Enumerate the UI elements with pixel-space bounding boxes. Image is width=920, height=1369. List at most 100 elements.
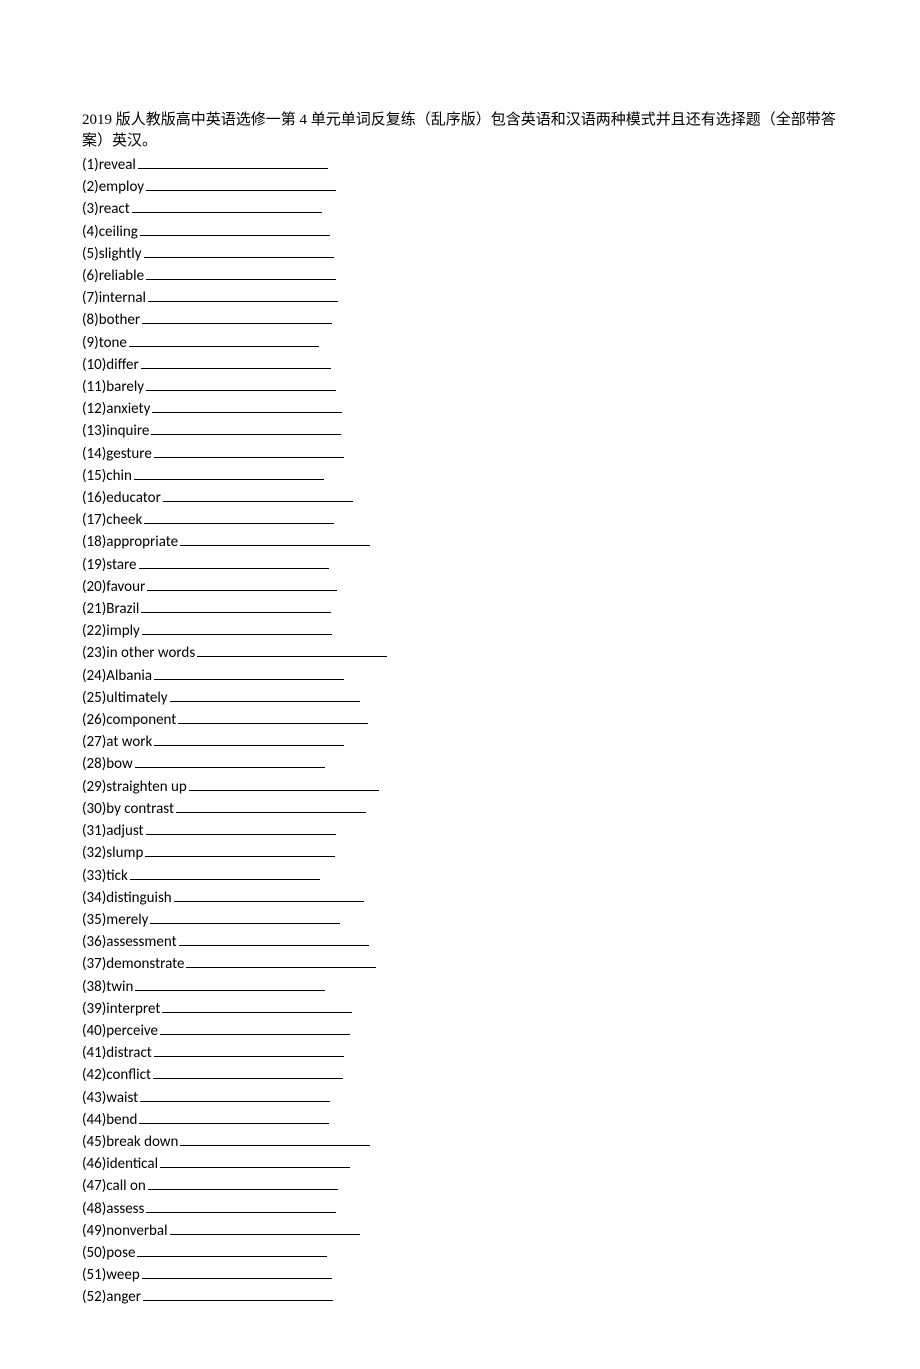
- vocabulary-item: (16)educator: [82, 487, 838, 509]
- answer-blank: [147, 576, 337, 591]
- answer-blank: [134, 465, 324, 480]
- vocabulary-word: (40)perceive: [82, 1021, 158, 1042]
- vocabulary-word: (27)at work: [82, 732, 152, 753]
- vocabulary-word: (1)reveal: [82, 155, 136, 176]
- answer-blank: [142, 620, 332, 635]
- answer-blank: [163, 487, 353, 502]
- vocabulary-word: (43)waist: [82, 1088, 138, 1109]
- vocabulary-word: (24)Albania: [82, 666, 152, 687]
- vocabulary-word: (12)anxiety: [82, 399, 150, 420]
- answer-blank: [148, 287, 338, 302]
- vocabulary-word: (19)stare: [82, 555, 137, 576]
- vocabulary-item: (30)by contrast: [82, 798, 838, 820]
- vocabulary-word: (50)pose: [82, 1243, 135, 1264]
- vocabulary-word: (33)tick: [82, 866, 128, 887]
- answer-blank: [197, 642, 387, 657]
- vocabulary-item: (29)straighten up: [82, 776, 838, 798]
- vocabulary-word: (17)cheek: [82, 510, 142, 531]
- vocabulary-word: (3)react: [82, 199, 130, 220]
- answer-blank: [146, 176, 336, 191]
- vocabulary-word: (34)distinguish: [82, 888, 172, 909]
- vocabulary-word: (39)interpret: [82, 999, 160, 1020]
- answer-blank: [148, 1175, 338, 1190]
- answer-blank: [144, 243, 334, 258]
- vocabulary-word: (2)employ: [82, 177, 144, 198]
- answer-blank: [174, 887, 364, 902]
- answer-blank: [189, 776, 379, 791]
- vocabulary-word: (45)break down: [82, 1132, 178, 1153]
- vocabulary-item: (35)merely: [82, 909, 838, 931]
- vocabulary-item: (14)gesture: [82, 443, 838, 465]
- vocabulary-word: (37)demonstrate: [82, 954, 184, 975]
- vocabulary-item: (34)distinguish: [82, 887, 838, 909]
- vocabulary-item: (11)barely: [82, 376, 838, 398]
- vocabulary-word: (20)favour: [82, 577, 145, 598]
- answer-blank: [186, 953, 376, 968]
- vocabulary-item: (20)favour: [82, 576, 838, 598]
- vocabulary-word: (23)in other words: [82, 643, 195, 664]
- vocabulary-word: (51)weep: [82, 1265, 140, 1286]
- vocabulary-item: (36)assessment: [82, 931, 838, 953]
- vocabulary-item: (42)conflict: [82, 1064, 838, 1086]
- vocabulary-item: (37)demonstrate: [82, 953, 838, 975]
- vocabulary-word: (28)bow: [82, 754, 133, 775]
- answer-blank: [154, 443, 344, 458]
- document-title: 2019 版人教版高中英语选修一第 4 单元单词反复练（乱序版）包含英语和汉语两…: [82, 110, 838, 152]
- vocabulary-word: (15)chin: [82, 466, 132, 487]
- answer-blank: [170, 1220, 360, 1235]
- vocabulary-word: (21)Brazil: [82, 599, 139, 620]
- answer-blank: [135, 976, 325, 991]
- vocabulary-word: (41)distract: [82, 1043, 152, 1064]
- vocabulary-item: (12)anxiety: [82, 398, 838, 420]
- answer-blank: [160, 1153, 350, 1168]
- answer-blank: [129, 332, 319, 347]
- vocabulary-item: (18)appropriate: [82, 531, 838, 553]
- vocabulary-item: (9)tone: [82, 332, 838, 354]
- vocabulary-item: (24)Albania: [82, 665, 838, 687]
- vocabulary-item: (39)interpret: [82, 998, 838, 1020]
- answer-blank: [150, 909, 340, 924]
- answer-blank: [142, 309, 332, 324]
- answer-blank: [146, 265, 336, 280]
- vocabulary-word: (30)by contrast: [82, 799, 174, 820]
- answer-blank: [140, 221, 330, 236]
- answer-blank: [141, 354, 331, 369]
- answer-blank: [154, 1042, 344, 1057]
- vocabulary-item: (43)waist: [82, 1087, 838, 1109]
- vocabulary-item: (5)slightly: [82, 243, 838, 265]
- vocabulary-word: (16)educator: [82, 488, 161, 509]
- vocabulary-word: (36)assessment: [82, 932, 177, 953]
- answer-blank: [138, 154, 328, 169]
- answer-blank: [180, 531, 370, 546]
- vocabulary-word: (6)reliable: [82, 266, 144, 287]
- vocabulary-word: (4)ceiling: [82, 222, 138, 243]
- vocabulary-word: (29)straighten up: [82, 777, 187, 798]
- vocabulary-item: (22)imply: [82, 620, 838, 642]
- vocabulary-item: (25)ultimately: [82, 687, 838, 709]
- answer-blank: [140, 1087, 330, 1102]
- answer-blank: [145, 842, 335, 857]
- vocabulary-item: (2)employ: [82, 176, 838, 198]
- answer-blank: [154, 665, 344, 680]
- answer-blank: [180, 1131, 370, 1146]
- vocabulary-item: (19)stare: [82, 554, 838, 576]
- answer-blank: [162, 998, 352, 1013]
- answer-blank: [139, 554, 329, 569]
- vocabulary-item: (46)identical: [82, 1153, 838, 1175]
- vocabulary-item: (1)reveal: [82, 154, 838, 176]
- vocabulary-item: (48)assess: [82, 1198, 838, 1220]
- vocabulary-item: (49)nonverbal: [82, 1220, 838, 1242]
- vocabulary-item: (28)bow: [82, 753, 838, 775]
- vocabulary-item: (52)anger: [82, 1286, 838, 1308]
- vocabulary-item: (27)at work: [82, 731, 838, 753]
- answer-blank: [135, 753, 325, 768]
- vocabulary-word: (13)inquire: [82, 421, 149, 442]
- vocabulary-item: (40)perceive: [82, 1020, 838, 1042]
- answer-blank: [152, 398, 342, 413]
- vocabulary-item: (50)pose: [82, 1242, 838, 1264]
- answer-blank: [151, 420, 341, 435]
- vocabulary-word: (47)call on: [82, 1176, 146, 1197]
- vocabulary-word: (26)component: [82, 710, 176, 731]
- vocabulary-word: (38)twin: [82, 977, 133, 998]
- vocabulary-item: (23)in other words: [82, 642, 838, 664]
